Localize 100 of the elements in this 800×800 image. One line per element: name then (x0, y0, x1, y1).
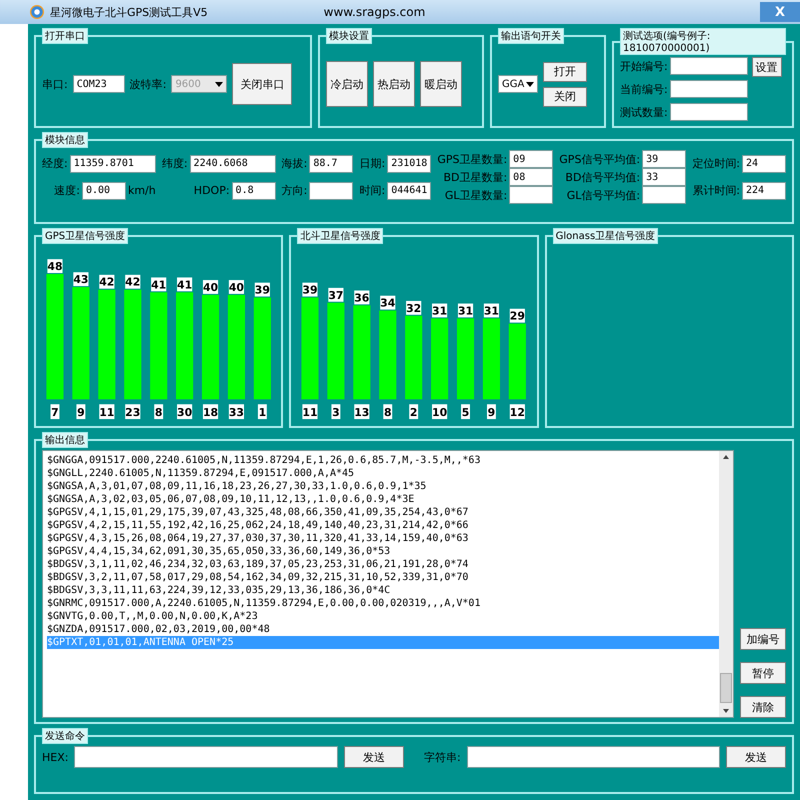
input-field[interactable]: 231018 (387, 154, 432, 172)
website-text: www.sragps.com (324, 5, 426, 19)
log-line[interactable]: $BDGSV,3,2,11,07,58,017,29,08,54,162,34,09,32,215,31,10,52,339,31,0*70 (47, 571, 719, 584)
input-field[interactable]: 88.7 (309, 154, 354, 172)
log-line[interactable]: $GNZDA,091517.000,02,03,2019,00,00*48 (47, 623, 719, 636)
value-label: 41 (177, 277, 192, 292)
log-line[interactable]: $GPGSV,4,2,15,11,55,192,42,16,25,062,24,18,49,140,40,23,31,214,42,0*66 (47, 519, 719, 532)
start-button[interactable]: 冷启动 (326, 61, 368, 107)
send-button[interactable]: 发送 (344, 746, 404, 768)
input-field[interactable] (509, 186, 554, 204)
category-label: 9 (76, 404, 86, 420)
close-port-button[interactable]: 关闭串口 (232, 63, 292, 105)
value-label: 29 (510, 308, 526, 323)
input-field[interactable]: 11359.8701 (70, 154, 156, 172)
field-label: 日期: (359, 156, 386, 171)
start-button[interactable]: 暖启动 (420, 61, 462, 107)
input-field[interactable]: 33 (642, 168, 686, 186)
sentence-dropdown[interactable]: GGA (498, 75, 538, 93)
unit-label: km/h (128, 184, 156, 197)
field-label: GPS卫星数量: (437, 152, 508, 166)
x-tick-label: 8 (154, 406, 162, 420)
field-label: GL信号平均值: (566, 188, 640, 202)
value-label: 34 (380, 296, 396, 310)
input-field[interactable]: 0.8 (232, 182, 276, 200)
action-button[interactable]: 清除 (740, 696, 786, 718)
input-field[interactable]: 044641 (387, 182, 432, 200)
input-field[interactable]: 39 (642, 150, 686, 168)
group-title: 发送命令 (42, 728, 88, 744)
dropdown-arrow-icon (215, 82, 224, 86)
dropdown-arrow-icon (526, 82, 534, 86)
scroll-down-icon[interactable] (723, 709, 729, 713)
category-label: 23 (125, 404, 140, 420)
field-label: 测试数量: (620, 104, 668, 120)
category-label: 10 (432, 404, 448, 420)
scrollbar[interactable] (719, 451, 733, 717)
field-label: GL卫星数量: (444, 188, 508, 202)
category-label: 13 (354, 404, 370, 420)
field-label: 定位时间: (692, 156, 740, 171)
input-field[interactable] (74, 746, 338, 768)
action-button[interactable]: 暂停 (740, 662, 786, 684)
category-label: 8 (384, 404, 393, 420)
category-label: 5 (461, 404, 470, 420)
log-line[interactable]: $GPGSV,4,4,15,34,62,091,30,35,65,050,33,36,60,149,36,0*53 (47, 545, 719, 558)
group-title: 输出语句开关 (498, 28, 564, 44)
category-label: 11 (302, 404, 318, 420)
baud-label: 波特率: (130, 76, 166, 92)
log-line[interactable]: $GNRMC,091517.000,A,2240.61005,N,11359.87294,E,0.00,0.00,020319,,,A,V*01 (47, 597, 719, 610)
category-label: 11 (99, 404, 114, 420)
input-field[interactable] (670, 103, 748, 121)
x-tick-label: 7 (51, 406, 59, 420)
category-label: 30 (177, 404, 192, 420)
input-field[interactable]: 08 (509, 168, 554, 186)
log-line[interactable]: $GNVTG,0.00,T,,M,0.00,N,0.00,K,A*23 (47, 610, 719, 623)
switch-button[interactable]: 打开 (543, 62, 587, 82)
log-line[interactable]: $GPGSV,4,3,15,26,08,064,19,27,37,030,37,30,11,320,41,33,14,159,40,0*63 (47, 532, 719, 545)
log-line[interactable]: $GPGSV,4,1,15,01,29,175,39,07,43,325,48,08,66,350,41,09,35,254,43,0*67 (47, 506, 719, 519)
input-field[interactable] (466, 746, 720, 768)
switch-button[interactable]: 关闭 (543, 86, 587, 106)
field-label: 开始编号: (620, 58, 668, 74)
category-label: 12 (510, 404, 526, 420)
group-title: 模块信息 (42, 132, 88, 148)
input-field[interactable]: COM23 (72, 75, 125, 93)
x-tick-label: 2 (410, 406, 418, 420)
value-label: 39 (302, 282, 318, 297)
input-field[interactable]: 224 (742, 182, 786, 200)
group-title: 模块设置 (326, 28, 372, 44)
input-field[interactable] (642, 186, 686, 204)
input-field[interactable] (670, 80, 748, 98)
log-line[interactable]: $GNGSA,A,3,01,07,08,09,11,16,18,23,26,27,30,33,1.0,0.6,0.9,1*35 (47, 480, 719, 493)
value-label: 40 (228, 280, 244, 294)
scroll-up-icon[interactable] (723, 455, 729, 459)
input-field[interactable]: 09 (509, 150, 554, 168)
value-label: 48 (47, 259, 63, 274)
x-tick-label: 8 (384, 406, 392, 420)
send-button[interactable]: 发送 (726, 746, 786, 768)
category-label: 33 (228, 404, 244, 420)
log-line[interactable]: $GNGSA,A,3,02,03,05,06,07,08,09,10,11,12,13,,1.0,0.6,0.9,4*3E (47, 493, 719, 506)
value-label: 39 (254, 282, 270, 297)
category-label: 3 (332, 404, 341, 420)
action-button[interactable]: 加编号 (740, 628, 786, 650)
scroll-thumb[interactable] (720, 673, 732, 703)
log-line[interactable]: $GNGLL,2240.61005,N,11359.87294,E,091517.000,A,A*45 (47, 467, 719, 480)
start-button[interactable]: 热启动 (373, 61, 415, 107)
field-label: 累计时间: (692, 183, 740, 198)
value-label: 41 (151, 277, 166, 292)
log-line[interactable]: $GNGGA,091517.000,2240.61005,N,11359.87294,E,1,26,0.6,85.7,M,-3.5,M,,*63 (47, 454, 719, 467)
set-button[interactable]: 设置 (752, 57, 782, 77)
group-title: 测试选项(编号例子: 1810070000001) (620, 28, 786, 55)
input-field[interactable] (670, 57, 748, 75)
log-line[interactable]: $BDGSV,3,3,11,11,63,224,39,12,33,035,29,13,36,186,36,0*4C (47, 584, 719, 597)
log-line[interactable]: $BDGSV,3,1,11,02,46,234,32,03,63,189,37,05,23,253,31,06,21,191,28,0*74 (47, 558, 719, 571)
field-label: 海拔: (282, 156, 308, 171)
field-label: HEX: (42, 750, 68, 764)
input-field[interactable]: 2240.6068 (190, 154, 276, 172)
group-title: 输出信息 (42, 432, 88, 448)
field-label: BD卫星数量: (443, 170, 508, 184)
input-field[interactable]: 0.00 (82, 182, 126, 200)
category-label: 18 (202, 404, 218, 420)
input-field[interactable]: 24 (742, 154, 786, 172)
input-field[interactable] (309, 182, 354, 200)
